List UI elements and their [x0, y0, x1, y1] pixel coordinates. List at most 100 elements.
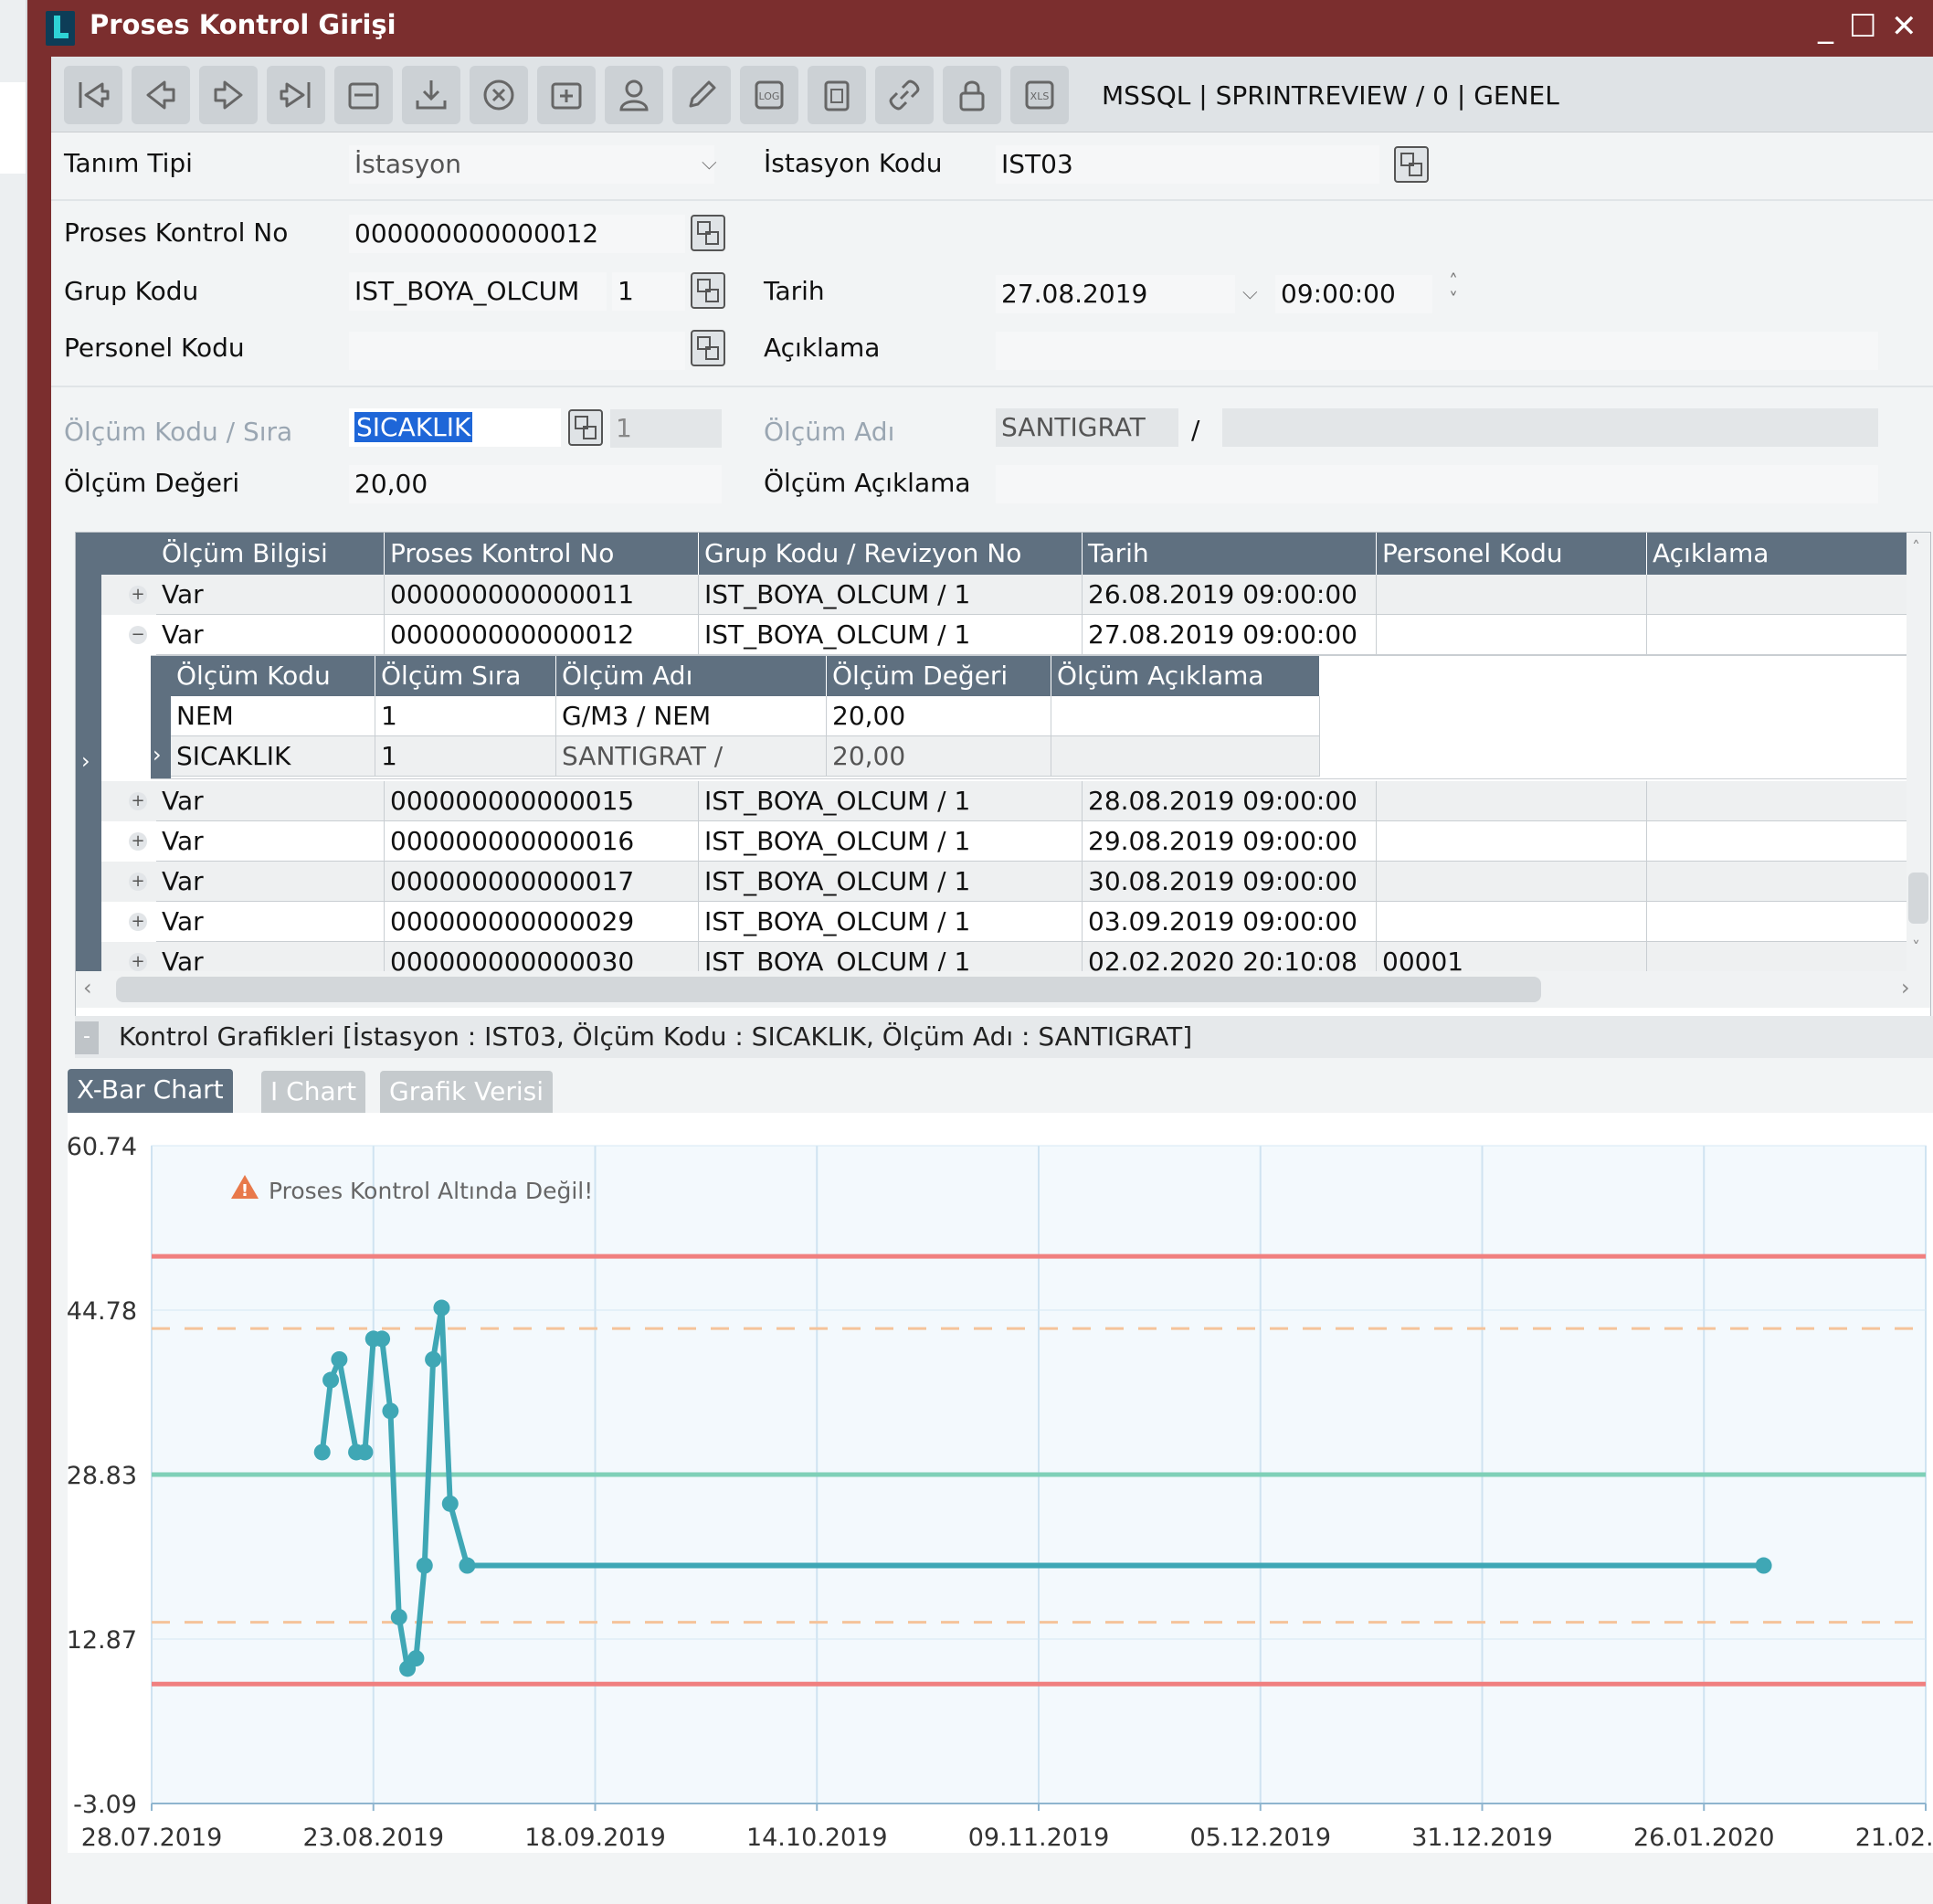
cell-proses-kontrol-no: 000000000000017 [385, 862, 699, 902]
detail-col-olcum-kodu[interactable]: Ölçüm Kodu [171, 656, 375, 696]
olcum-kodu-selected-text: SICAKLIK [354, 412, 473, 442]
table-row[interactable]: + Var 000000000000029 IST_BOYA_OLCUM / 1… [101, 902, 1914, 942]
new-record-button[interactable] [537, 66, 596, 124]
chart-section-header: - Kontrol Grafikleri [İstasyon : IST03, … [75, 1016, 1933, 1058]
clipboard-button[interactable] [808, 66, 866, 124]
data-point [390, 1608, 407, 1625]
log-button[interactable]: LOG [740, 66, 798, 124]
tab-x-bar-chart[interactable]: X-Bar Chart [68, 1069, 233, 1113]
section-collapse-button[interactable]: - [75, 1021, 99, 1054]
cell-personel-kodu [1377, 575, 1647, 615]
link-button[interactable] [875, 66, 934, 124]
tab-i-chart[interactable]: I Chart [261, 1071, 366, 1115]
cell-proses-kontrol-no: 000000000000012 [385, 615, 699, 655]
expand-row-icon[interactable]: + [129, 873, 147, 891]
next-record-button[interactable] [199, 66, 258, 124]
expand-row-icon[interactable]: + [129, 953, 147, 971]
grup-lookup-icon[interactable] [691, 272, 725, 309]
user-button[interactable] [605, 66, 663, 124]
expand-row-icon[interactable]: + [129, 832, 147, 851]
title-bar[interactable]: Proses Kontrol Girişi _ ☐ ✕ [27, 0, 1933, 57]
detail-col-olcum-adi[interactable]: Ölçüm Adı [556, 656, 827, 696]
expand-row-icon[interactable]: + [129, 586, 147, 604]
detail-col-olcum-sira[interactable]: Ölçüm Sıra [375, 656, 556, 696]
previous-record-button[interactable] [132, 66, 190, 124]
table-row[interactable]: + Var 000000000000017 IST_BOYA_OLCUM / 1… [101, 862, 1914, 902]
olcum-degeri-field[interactable]: 20,00 [349, 465, 722, 503]
date-dropdown-icon[interactable]: ⌵ [1242, 281, 1258, 304]
cell-proses-kontrol-no: 000000000000015 [385, 781, 699, 821]
y-tick-label: 28.83 [68, 1462, 137, 1490]
detail-cell-adi: G/M3 / NEM [556, 696, 827, 736]
detail-row[interactable]: NEM 1 G/M3 / NEM 20,00 [171, 696, 1320, 736]
detail-cell-deger: 20,00 [827, 696, 1051, 736]
cell-olcum-bilgisi: Var [156, 615, 385, 655]
table-row[interactable]: + Var 000000000000016 IST_BOYA_OLCUM / 1… [101, 821, 1914, 862]
maximize-button[interactable]: ☐ [1849, 9, 1876, 44]
col-header-grup-kodu[interactable]: Grup Kodu / Revizyon No [699, 533, 1083, 575]
aciklama-field[interactable] [996, 332, 1878, 370]
proses-lookup-icon[interactable] [691, 215, 725, 251]
expand-row-icon[interactable]: + [129, 913, 147, 931]
istasyon-kodu-field[interactable]: IST03 [996, 145, 1379, 184]
download-button[interactable] [402, 66, 460, 124]
olcum-kodu-field[interactable]: SICAKLIK [349, 408, 561, 447]
close-button[interactable]: ✕ [1891, 9, 1917, 44]
table-row[interactable]: − Var 000000000000012 IST_BOYA_OLCUM / 1… [101, 615, 1914, 655]
col-header-proses-kontrol-no[interactable]: Proses Kontrol No [385, 533, 699, 575]
grup-revizyon-field[interactable]: 1 [612, 272, 685, 311]
vertical-scroll-thumb[interactable] [1908, 873, 1928, 924]
lock-button[interactable] [943, 66, 1001, 124]
col-header-personel-kodu[interactable]: Personel Kodu [1377, 533, 1647, 575]
grid-vertical-scrollbar[interactable]: ˄ ˅ [1907, 533, 1930, 971]
chevron-down-icon[interactable]: ⌵ [702, 152, 717, 175]
olcum-lookup-icon[interactable] [568, 409, 603, 446]
scroll-right-icon[interactable]: › [1901, 975, 1910, 1000]
table-row[interactable]: + Var 000000000000030 IST_BOYA_OLCUM / 1… [101, 942, 1914, 971]
detail-col-olcum-degeri[interactable]: Ölçüm Değeri [827, 656, 1051, 696]
excel-export-button[interactable]: XLS [1010, 66, 1069, 124]
minimize-button[interactable]: _ [1818, 9, 1833, 44]
col-header-tarih[interactable]: Tarih [1083, 533, 1377, 575]
cancel-button[interactable] [470, 66, 528, 124]
olcum-aciklama-field[interactable] [996, 465, 1878, 503]
detail-col-olcum-aciklama[interactable]: Ölçüm Açıklama [1051, 656, 1320, 696]
grup-kodu-field[interactable]: IST_BOYA_OLCUM [349, 272, 607, 311]
time-spinner-icon[interactable]: ˄ ˅ [1449, 272, 1458, 309]
horizontal-scroll-thumb[interactable] [116, 977, 1541, 1002]
personel-kodu-field[interactable] [349, 332, 685, 370]
cell-tarih: 26.08.2019 09:00:00 [1083, 575, 1377, 615]
proses-kontrol-no-field[interactable]: 000000000000012 [349, 215, 685, 253]
cell-grup-kodu: IST_BOYA_OLCUM / 1 [699, 942, 1083, 971]
tab-grafik-verisi[interactable]: Grafik Verisi [380, 1071, 553, 1115]
last-record-button[interactable] [267, 66, 325, 124]
form-separator [51, 199, 1933, 201]
grup-kodu-label: Grup Kodu [64, 276, 199, 306]
collapse-row-icon[interactable]: − [129, 626, 147, 644]
proses-kontrol-no-label: Proses Kontrol No [64, 217, 289, 248]
col-header-aciklama[interactable]: Açıklama [1647, 533, 1914, 575]
tarih-time-field[interactable]: 09:00:00 [1275, 275, 1432, 313]
tarih-date-field[interactable]: 27.08.2019 [996, 275, 1235, 313]
user-icon [619, 79, 649, 111]
personel-lookup-icon[interactable] [691, 330, 725, 366]
cell-personel-kodu [1377, 781, 1647, 821]
save-button[interactable] [334, 66, 393, 124]
istasyon-lookup-icon[interactable] [1394, 146, 1429, 183]
detail-row[interactable]: SICAKLIK 1 SANTIGRAT / 20,00 [171, 736, 1320, 777]
first-record-button[interactable] [64, 66, 122, 124]
expand-row-icon[interactable]: + [129, 792, 147, 810]
scroll-up-icon[interactable]: ˄ [1912, 538, 1920, 557]
table-row[interactable]: + Var 000000000000015 IST_BOYA_OLCUM / 1… [101, 781, 1914, 821]
scroll-down-icon[interactable]: ˅ [1912, 938, 1920, 957]
scroll-left-icon[interactable]: ‹ [83, 975, 92, 1000]
table-row[interactable]: + Var 000000000000011 IST_BOYA_OLCUM / 1… [101, 575, 1914, 615]
col-header-olcum-bilgisi[interactable]: Ölçüm Bilgisi [156, 533, 385, 575]
cell-proses-kontrol-no: 000000000000029 [385, 902, 699, 942]
grid-horizontal-scrollbar[interactable]: ‹ › [76, 971, 1930, 1008]
detail-cell-kod: SICAKLIK [171, 736, 375, 777]
olcum-adi-field: SANTIGRAT [996, 408, 1178, 447]
olcum-sira-field[interactable]: 1 [610, 409, 722, 448]
edit-button[interactable] [672, 66, 731, 124]
tanim-tipi-select[interactable]: İstasyon [349, 145, 714, 184]
